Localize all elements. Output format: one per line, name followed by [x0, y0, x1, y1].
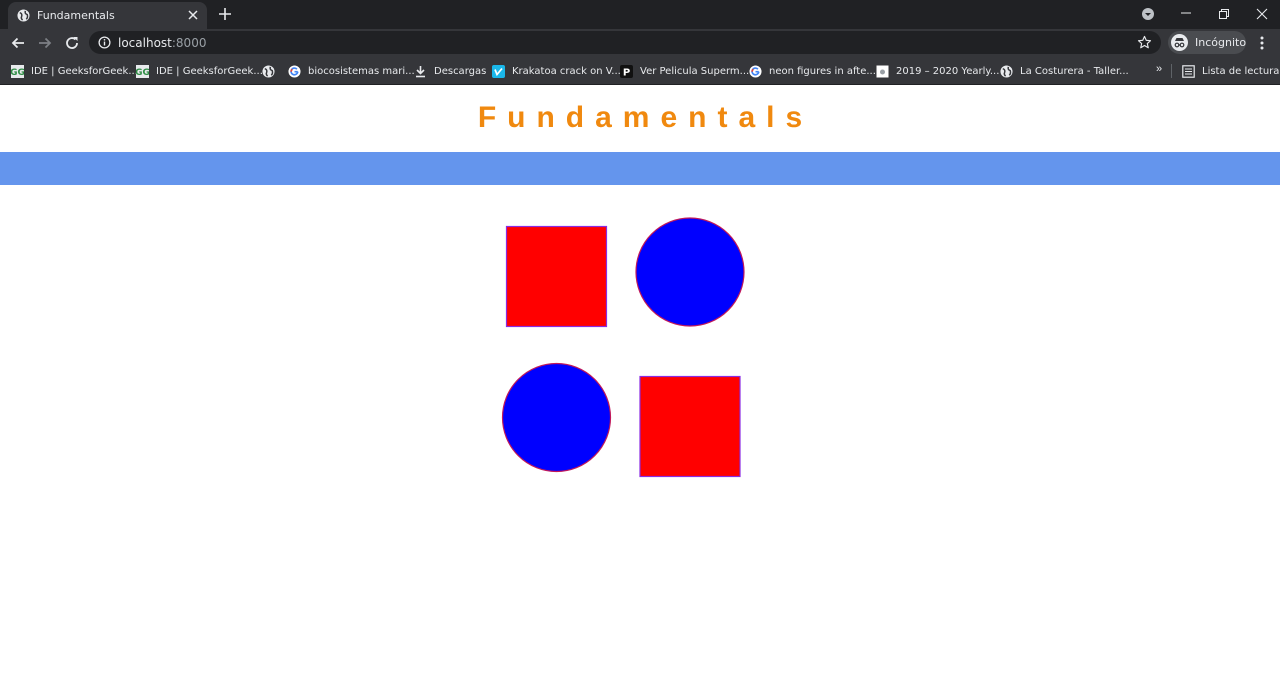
bookmark-item[interactable]: La Costurera - Taller... — [1000, 63, 1129, 79]
doc-icon — [876, 65, 889, 77]
star-icon[interactable] — [1137, 35, 1152, 50]
svg-text:P: P — [623, 67, 630, 78]
bookmark-item[interactable]: Krakatoa crack on V... — [492, 63, 621, 79]
incognito-icon — [1171, 34, 1188, 51]
vimeo-icon — [492, 64, 505, 78]
minimize-icon — [1181, 12, 1191, 14]
bookmark-label: IDE | GeeksforGeek... — [156, 65, 263, 77]
forward-arrow-icon[interactable] — [36, 34, 54, 52]
svg-text:GG: GG — [11, 68, 24, 78]
bookmarks-overflow-button[interactable]: » — [1156, 63, 1162, 75]
bookmark-item[interactable]: GG IDE | GeeksforGeek... — [136, 63, 263, 79]
bookmark-label: Krakatoa crack on V... — [512, 65, 621, 77]
tab-fundamentals[interactable]: Fundamentals — [8, 2, 207, 29]
shapes-canvas — [501, 217, 745, 478]
kebab-menu-icon[interactable] — [1255, 35, 1269, 51]
google-icon — [288, 64, 301, 78]
info-icon[interactable] — [98, 36, 111, 49]
back-arrow-icon[interactable] — [9, 34, 27, 52]
bookmark-label: biocosistemas mari... — [308, 65, 415, 77]
close-icon[interactable] — [188, 10, 198, 20]
url-port: :8000 — [171, 36, 207, 50]
tab-title: Fundamentals — [37, 9, 115, 22]
globe-icon — [17, 9, 30, 22]
restore-icon — [1219, 9, 1229, 19]
bookmark-item[interactable]: biocosistemas mari... — [288, 63, 415, 79]
bookmarks-bar: GG IDE | GeeksforGeek... GG IDE | Geeksf… — [0, 57, 1280, 85]
address-bar[interactable]: localhost:8000 — [89, 31, 1161, 54]
geeksforgeeks-icon: GG — [11, 64, 24, 78]
close-window-button[interactable] — [1243, 0, 1280, 29]
bookmark-item[interactable]: 2019 – 2020 Yearly... — [876, 63, 999, 79]
bookmark-label: Descargas — [434, 65, 487, 77]
restore-button[interactable] — [1205, 0, 1243, 29]
download-icon — [416, 65, 425, 77]
tab-strip: Fundamentals — [0, 0, 1280, 29]
red-square-top-left — [505, 225, 608, 328]
red-square-bottom-right — [639, 375, 741, 478]
reading-list-button[interactable]: Lista de lectura — [1182, 63, 1279, 79]
tab-search-button[interactable] — [1129, 0, 1167, 29]
svg-text:GG: GG — [136, 68, 149, 78]
reload-icon[interactable] — [63, 34, 81, 52]
p-icon: P — [620, 64, 633, 78]
page-content: Fundamentals — [0, 86, 1280, 686]
blue-circle-bottom-left — [501, 362, 612, 473]
browser-toolbar: localhost:8000 Incógnito — [0, 29, 1280, 57]
bookmark-item[interactable]: neon figures in afte... — [749, 63, 876, 79]
new-tab-icon[interactable] — [218, 7, 232, 21]
globe-icon — [1000, 64, 1013, 78]
url-text: localhost:8000 — [118, 36, 206, 50]
google-icon — [749, 64, 762, 78]
bookmark-item[interactable]: Descargas — [414, 63, 486, 79]
blue-circle-top-right — [635, 217, 745, 327]
bookmark-label: 2019 – 2020 Yearly... — [896, 65, 1000, 77]
bookmark-item[interactable]: GG IDE | GeeksforGeek... — [11, 63, 138, 79]
globe-icon — [262, 64, 275, 78]
bookmark-item[interactable]: P Ver Pelicula Superm... — [620, 63, 749, 79]
bookmark-label: IDE | GeeksforGeek... — [31, 65, 138, 77]
bookmark-label: neon figures in afte... — [769, 65, 876, 77]
close-icon — [1256, 8, 1268, 20]
bookmarks-divider — [1171, 64, 1172, 78]
chevron-down-icon — [1142, 8, 1154, 20]
geeksforgeeks-icon: GG — [136, 64, 149, 78]
incognito-badge[interactable]: Incógnito — [1168, 31, 1246, 54]
incognito-label: Incógnito — [1195, 36, 1247, 49]
bookmark-label: Ver Pelicula Superm... — [640, 65, 750, 77]
bookmark-item[interactable] — [262, 63, 282, 79]
bookmark-label: La Costurera - Taller... — [1020, 65, 1129, 77]
url-host: localhost — [118, 36, 172, 50]
minimize-button[interactable] — [1167, 0, 1205, 29]
reading-list-icon — [1182, 64, 1195, 78]
reading-list-label: Lista de lectura — [1202, 65, 1280, 77]
